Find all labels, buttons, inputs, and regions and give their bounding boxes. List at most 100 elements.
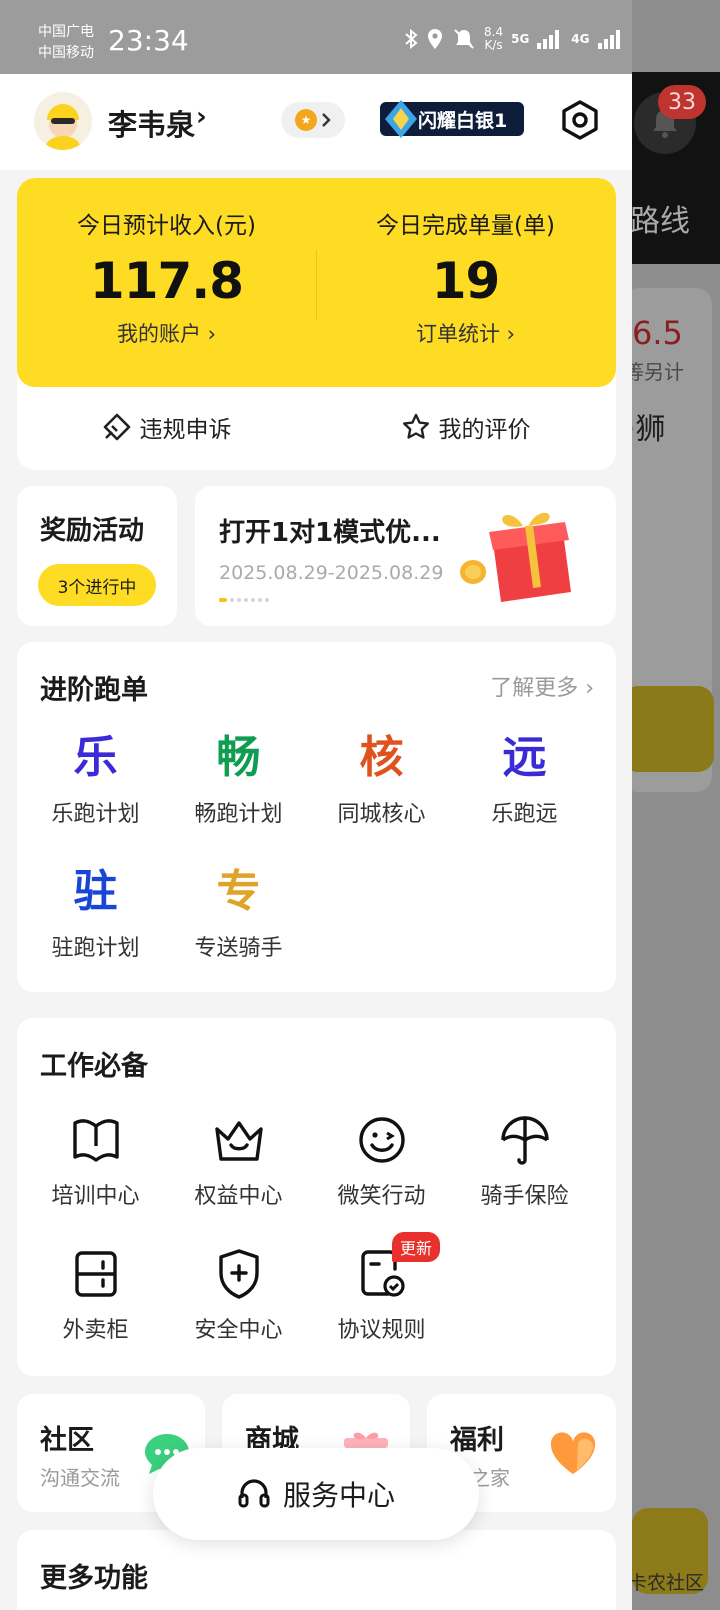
orders-value: 19 bbox=[431, 252, 501, 310]
tool-label: 权益中心 bbox=[194, 1184, 283, 1209]
plan-label: 乐跑远 bbox=[491, 802, 558, 827]
safety-center[interactable]: 安全中心 bbox=[167, 1246, 310, 1344]
plan-city-core[interactable]: 核 同城核心 bbox=[310, 730, 453, 828]
plan-dedicated-rider[interactable]: 专 专送骑手 bbox=[167, 864, 310, 962]
gift-illustration-icon bbox=[460, 512, 571, 602]
service-label: 服务中心 bbox=[282, 1479, 395, 1512]
promo-title: 打开1对1模式优... bbox=[219, 518, 441, 548]
background-action-button bbox=[632, 686, 714, 772]
bluetooth-icon bbox=[405, 28, 418, 50]
shield-plus-icon bbox=[218, 1249, 259, 1299]
learn-more-link[interactable]: 了解更多 › bbox=[490, 670, 594, 702]
side-drawer: 中国广电 中国移动 23:34 8.4 K/s 5G 4G 100 bbox=[0, 0, 632, 1610]
rank-diamond-icon bbox=[385, 100, 417, 138]
changpao-icon: 畅 bbox=[216, 732, 261, 783]
avatar[interactable] bbox=[34, 92, 92, 150]
tool-label: 安全中心 bbox=[194, 1318, 283, 1343]
my-reviews-button[interactable]: 我的评价 bbox=[316, 410, 615, 444]
lepao-far-icon: 远 bbox=[502, 732, 547, 783]
plan-label: 驻跑计划 bbox=[51, 936, 140, 961]
appeal-icon bbox=[103, 413, 130, 441]
plan-label: 畅跑计划 bbox=[194, 802, 283, 827]
chevron-right-icon: › bbox=[196, 102, 207, 132]
appeal-button[interactable]: 违规申诉 bbox=[17, 410, 316, 444]
community-title: 社区 bbox=[40, 1425, 94, 1456]
more-title: 更多功能 bbox=[40, 1563, 148, 1594]
tool-label: 协议规则 bbox=[337, 1318, 426, 1343]
background-community-text: 卡农社区 bbox=[632, 1572, 705, 1594]
battery-indicator: 100 bbox=[631, 27, 632, 51]
city-core-icon: 核 bbox=[359, 732, 404, 783]
plan-label: 专送骑手 bbox=[194, 936, 283, 961]
medal-button[interactable]: ★ bbox=[281, 102, 345, 138]
plan-label: 同城核心 bbox=[337, 802, 426, 827]
carrier-info: 中国广电 中国移动 bbox=[38, 22, 94, 64]
rider-insurance[interactable]: 骑手保险 bbox=[453, 1112, 596, 1210]
network-speed: 8.4 K/s bbox=[484, 26, 503, 52]
signal-icon-1 bbox=[537, 30, 560, 49]
smile-icon bbox=[358, 1117, 405, 1163]
background-sub-text: 等另计 bbox=[632, 360, 684, 384]
chevron-right-icon bbox=[322, 113, 331, 127]
rank-label: 闪耀白银1 bbox=[418, 109, 508, 132]
plan-changpao[interactable]: 畅 畅跑计划 bbox=[167, 730, 310, 828]
income-column[interactable]: 今日预计收入(元) 117.8 我的账户 › bbox=[17, 206, 316, 348]
book-icon bbox=[72, 1119, 119, 1162]
plan-lepao-far[interactable]: 远 乐跑远 bbox=[453, 730, 596, 828]
background-lion-text: ·狮 bbox=[632, 412, 666, 447]
headset-icon bbox=[238, 1479, 270, 1508]
dedicated-rider-icon: 专 bbox=[216, 866, 261, 917]
rank-badge[interactable]: 闪耀白银1 bbox=[380, 100, 524, 138]
account-link[interactable]: 我的账户 › bbox=[17, 318, 316, 348]
advanced-title: 进阶跑单 bbox=[40, 675, 148, 706]
advanced-runs-panel: 进阶跑单 了解更多 › 乐 乐跑计划 畅 畅跑计划 核 同城核心 远 乐跑远 驻… bbox=[17, 642, 616, 992]
network-type-1: 5G bbox=[511, 32, 530, 46]
orders-label: 今日完成单量(单) bbox=[376, 213, 555, 239]
earnings-summary: 今日预计收入(元) 117.8 我的账户 › 今日完成单量(单) 19 订单统计… bbox=[17, 178, 616, 387]
locker-icon bbox=[74, 1251, 117, 1297]
star-outline-icon bbox=[402, 413, 429, 439]
delivery-locker[interactable]: 外卖柜 bbox=[24, 1246, 167, 1344]
appeal-label: 违规申诉 bbox=[139, 417, 232, 443]
carrier-1: 中国广电 bbox=[38, 24, 94, 40]
plan-label: 乐跑计划 bbox=[51, 802, 140, 827]
umbrella-icon bbox=[500, 1116, 549, 1165]
order-stats-link[interactable]: 订单统计 › bbox=[316, 318, 615, 348]
plan-lepao[interactable]: 乐 乐跑计划 bbox=[24, 730, 167, 828]
activity-count-pill: 3个进行中 bbox=[38, 564, 156, 606]
username[interactable]: 李韦泉 bbox=[108, 102, 195, 144]
community-subtitle: 沟通交流 bbox=[40, 1466, 120, 1490]
rewards-activity-card[interactable]: 奖励活动 3个进行中 bbox=[17, 486, 177, 626]
zhupao-icon: 驻 bbox=[73, 866, 118, 917]
carrier-2: 中国移动 bbox=[38, 45, 94, 61]
service-center-button[interactable]: 服务中心 bbox=[153, 1448, 479, 1540]
agreement-rules[interactable]: 更新 协议规则 bbox=[310, 1232, 453, 1344]
promo-date: 2025.08.29-2025.08.29 bbox=[219, 562, 444, 584]
status-bar: 中国广电 中国移动 23:34 8.4 K/s 5G 4G 100 bbox=[0, 0, 632, 74]
network-type-2: 4G bbox=[571, 32, 590, 46]
mute-icon bbox=[454, 29, 474, 49]
benefits-center[interactable]: 权益中心 bbox=[167, 1112, 310, 1210]
promo-banner[interactable]: 打开1对1模式优... 2025.08.29-2025.08.29 bbox=[195, 486, 616, 626]
welfare-title: 福利 bbox=[450, 1425, 504, 1456]
earnings-card: 今日预计收入(元) 117.8 我的账户 › 今日完成单量(单) 19 订单统计… bbox=[17, 178, 616, 470]
settings-button[interactable] bbox=[558, 98, 602, 142]
settings-hexagon-icon bbox=[562, 100, 598, 140]
plan-zhupao[interactable]: 驻 驻跑计划 bbox=[24, 864, 167, 962]
rider-avatar-icon bbox=[44, 104, 82, 150]
speed-unit: K/s bbox=[484, 38, 503, 52]
smile-action[interactable]: 微笑行动 bbox=[310, 1112, 453, 1210]
orders-column[interactable]: 今日完成单量(单) 19 订单统计 › bbox=[316, 206, 615, 348]
tool-label: 微笑行动 bbox=[337, 1184, 426, 1209]
heart-icon bbox=[550, 1432, 596, 1474]
training-center[interactable]: 培训中心 bbox=[24, 1112, 167, 1210]
tool-label: 外卖柜 bbox=[62, 1318, 129, 1343]
work-essentials-panel: 工作必备 培训中心 权益中心 微笑行动 骑手保险 外卖柜 安全中心 更新 协议规… bbox=[17, 1018, 616, 1376]
work-title: 工作必备 bbox=[40, 1051, 148, 1082]
signal-icon-2 bbox=[597, 30, 620, 49]
tool-label: 培训中心 bbox=[51, 1184, 140, 1209]
profile-header: 李韦泉 › ★ 闪耀白银1 bbox=[0, 74, 632, 170]
star-medal-icon: ★ bbox=[295, 109, 317, 131]
tool-label: 骑手保险 bbox=[480, 1184, 569, 1209]
notification-count-badge: 33 bbox=[658, 85, 706, 119]
